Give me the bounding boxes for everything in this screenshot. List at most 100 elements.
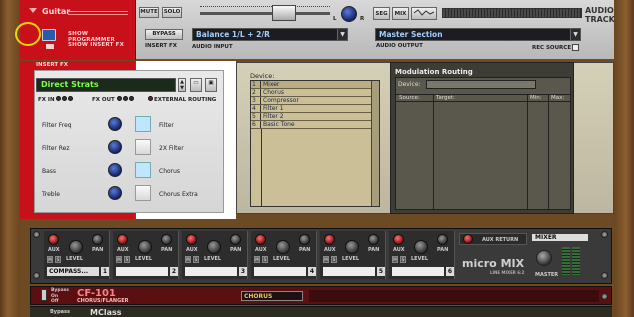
aux-send-knob[interactable] <box>393 234 404 245</box>
aux-send-knob[interactable] <box>117 234 128 245</box>
bass-knob[interactable] <box>108 163 122 177</box>
bypass-button[interactable]: BYPASS <box>145 29 183 40</box>
show-insert-fx-button[interactable] <box>46 44 54 49</box>
channel-name-field[interactable] <box>185 267 237 276</box>
solo-button[interactable]: S <box>400 256 406 263</box>
save-icon[interactable]: ▣ <box>205 78 217 92</box>
mute-button[interactable]: M <box>116 256 122 263</box>
mute-button[interactable]: MUTE <box>139 7 159 18</box>
device-list-scrollbar[interactable] <box>371 81 379 206</box>
rec-source-checkbox[interactable] <box>572 44 579 51</box>
master-meter-left <box>562 247 570 275</box>
channel-number: 6 <box>446 267 454 276</box>
level-knob[interactable] <box>69 240 83 254</box>
mod-col-target: Target: <box>436 95 455 101</box>
pan-knob[interactable] <box>92 234 103 245</box>
level-knob[interactable] <box>276 240 290 254</box>
chorus-label: Chorus <box>159 168 181 175</box>
list-item[interactable]: 3 Compressor <box>251 97 379 105</box>
patch-up-down-button[interactable]: ▲ ▼ <box>178 78 186 92</box>
pan-left-label: L <box>333 16 337 22</box>
list-item[interactable]: 6 Basic Tone <box>251 121 379 129</box>
pan-knob[interactable] <box>437 234 448 245</box>
level-label: LEVEL <box>66 256 84 262</box>
channel-name-field[interactable] <box>392 267 444 276</box>
filter-button-label: Filter <box>159 122 174 129</box>
cf101-patch-name[interactable]: CHORUS <box>241 291 303 301</box>
mute-button[interactable]: M <box>47 256 53 263</box>
pan-knob[interactable] <box>161 234 172 245</box>
treble-knob[interactable] <box>108 186 122 200</box>
micromix-logo: micro MIX <box>462 257 525 270</box>
aux-send-knob[interactable] <box>324 234 335 245</box>
mute-button[interactable]: M <box>392 256 398 263</box>
2x-filter-button[interactable] <box>135 139 151 155</box>
micromix-subtitle: LINE MIXER 6:2 <box>490 270 525 275</box>
channel-name-field[interactable]: COMPASS... <box>47 267 99 276</box>
level-knob[interactable] <box>138 240 152 254</box>
channel-number: 1 <box>101 267 109 276</box>
mod-device-label: Device: <box>398 81 421 88</box>
aux-send-knob[interactable] <box>255 234 266 245</box>
solo-button[interactable]: S <box>124 256 130 263</box>
audio-input-label: AUDIO INPUT <box>192 44 233 50</box>
mix-button[interactable]: MIX <box>392 7 409 20</box>
level-fader-handle[interactable] <box>272 5 296 21</box>
level-knob[interactable] <box>414 240 428 254</box>
bypass-switch[interactable] <box>41 289 47 301</box>
channel-name-field[interactable] <box>323 267 375 276</box>
aux-send-knob[interactable] <box>186 234 197 245</box>
list-item[interactable]: 4 Filter 1 <box>251 105 379 113</box>
level-label: LEVEL <box>135 256 153 262</box>
device-list[interactable]: 1 Mixer 2 Chorus 3 Compressor 4 Filter 1 5 Fi… <box>250 80 380 207</box>
level-knob[interactable] <box>207 240 221 254</box>
solo-button[interactable]: S <box>331 256 337 263</box>
solo-button[interactable]: SOLO <box>162 7 182 18</box>
waveform-button[interactable] <box>411 7 437 20</box>
list-item[interactable]: 1 Mixer <box>251 81 379 89</box>
channel-name-field[interactable] <box>254 267 306 276</box>
pan-knob[interactable] <box>299 234 310 245</box>
bypass-label: Bypass <box>51 288 69 293</box>
audio-output-select[interactable]: Master Section ▼ <box>375 28 581 41</box>
channel-number: 3 <box>239 267 247 276</box>
aux-send-knob[interactable] <box>48 234 59 245</box>
chorus-button[interactable] <box>135 162 151 178</box>
solo-button[interactable]: S <box>55 256 61 263</box>
mclass-device: Bypass MClass <box>30 306 612 317</box>
filter-freq-knob[interactable] <box>108 117 122 131</box>
channel-name-field[interactable] <box>116 267 168 276</box>
list-item[interactable]: 2 Chorus <box>251 89 379 97</box>
screw-icon <box>601 231 608 238</box>
aux-return-knob[interactable] <box>463 234 473 244</box>
chorus-extra-button[interactable] <box>135 185 151 201</box>
modulation-routing-title: Modulation Routing <box>395 68 473 76</box>
seg-button[interactable]: SEG <box>373 7 390 20</box>
master-level-knob[interactable] <box>536 250 552 266</box>
aux-label: AUX <box>255 247 267 253</box>
mute-button[interactable]: M <box>323 256 329 263</box>
filter-rez-knob[interactable] <box>108 140 122 154</box>
aux-return-section: AUX RETURN <box>459 233 527 245</box>
track-name[interactable]: Guitar <box>42 7 70 16</box>
level-label: LEVEL <box>411 256 429 262</box>
pan-knob[interactable] <box>368 234 379 245</box>
filter-rez-label: Filter Rez <box>42 145 70 152</box>
show-programmer-button[interactable] <box>42 29 56 41</box>
2x-filter-label: 2X Filter <box>159 145 184 152</box>
mixer-channel: AUX LEVEL PAN M S 4 <box>251 231 317 279</box>
mod-device-select[interactable] <box>426 80 536 89</box>
pan-knob[interactable] <box>341 6 357 22</box>
folder-icon[interactable]: ▭ <box>190 78 202 92</box>
level-knob[interactable] <box>345 240 359 254</box>
pan-knob[interactable] <box>230 234 241 245</box>
pan-label: PAN <box>299 247 311 253</box>
solo-button[interactable]: S <box>193 256 199 263</box>
collapse-triangle-icon[interactable] <box>29 8 37 13</box>
list-item[interactable]: 5 Filter 2 <box>251 113 379 121</box>
mute-button[interactable]: M <box>185 256 191 263</box>
mute-button[interactable]: M <box>254 256 260 263</box>
filter-button[interactable] <box>135 116 151 132</box>
audio-input-select[interactable]: Balance 1/L + 2/R ▼ <box>192 28 348 41</box>
solo-button[interactable]: S <box>262 256 268 263</box>
